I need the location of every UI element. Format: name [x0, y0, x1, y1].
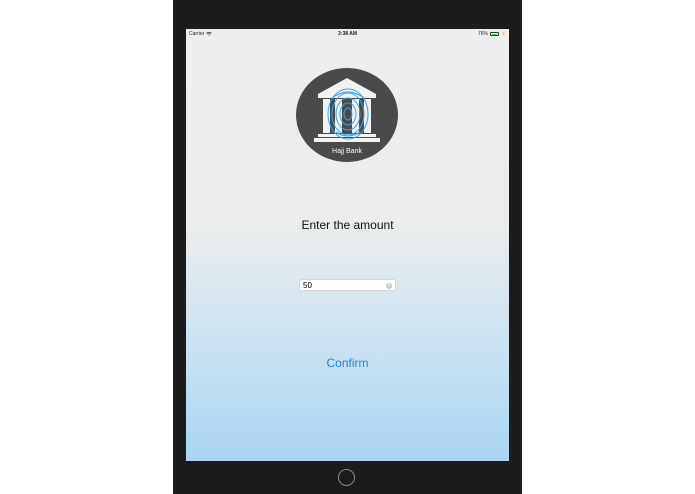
home-button[interactable] — [338, 469, 355, 486]
clear-icon[interactable]: × — [386, 283, 392, 289]
charging-bolt-icon: ⚡ — [501, 31, 506, 36]
battery-fill — [491, 33, 497, 35]
battery-icon — [490, 32, 500, 36]
app-screen: Carrier 3:38 AM 76% ⚡ Hajj Bank Enter th… — [186, 29, 509, 461]
amount-prompt-label: Enter the amount — [301, 218, 394, 232]
amount-input-value[interactable]: 50 — [303, 281, 312, 291]
status-bar: Carrier 3:38 AM 76% ⚡ — [186, 29, 509, 38]
hajj-bank-logo: Hajj Bank — [296, 68, 398, 162]
status-time: 3:38 AM — [338, 31, 357, 37]
logo-bank-name: Hajj Bank — [332, 148, 362, 155]
ipad-device-frame: Carrier 3:38 AM 76% ⚡ Hajj Bank Enter th… — [173, 0, 522, 494]
amount-input[interactable]: 50 × — [299, 279, 396, 291]
status-battery-group: 76% ⚡ — [478, 31, 506, 37]
battery-percent: 76% — [478, 31, 489, 37]
confirm-button[interactable]: Confirm — [306, 354, 389, 372]
